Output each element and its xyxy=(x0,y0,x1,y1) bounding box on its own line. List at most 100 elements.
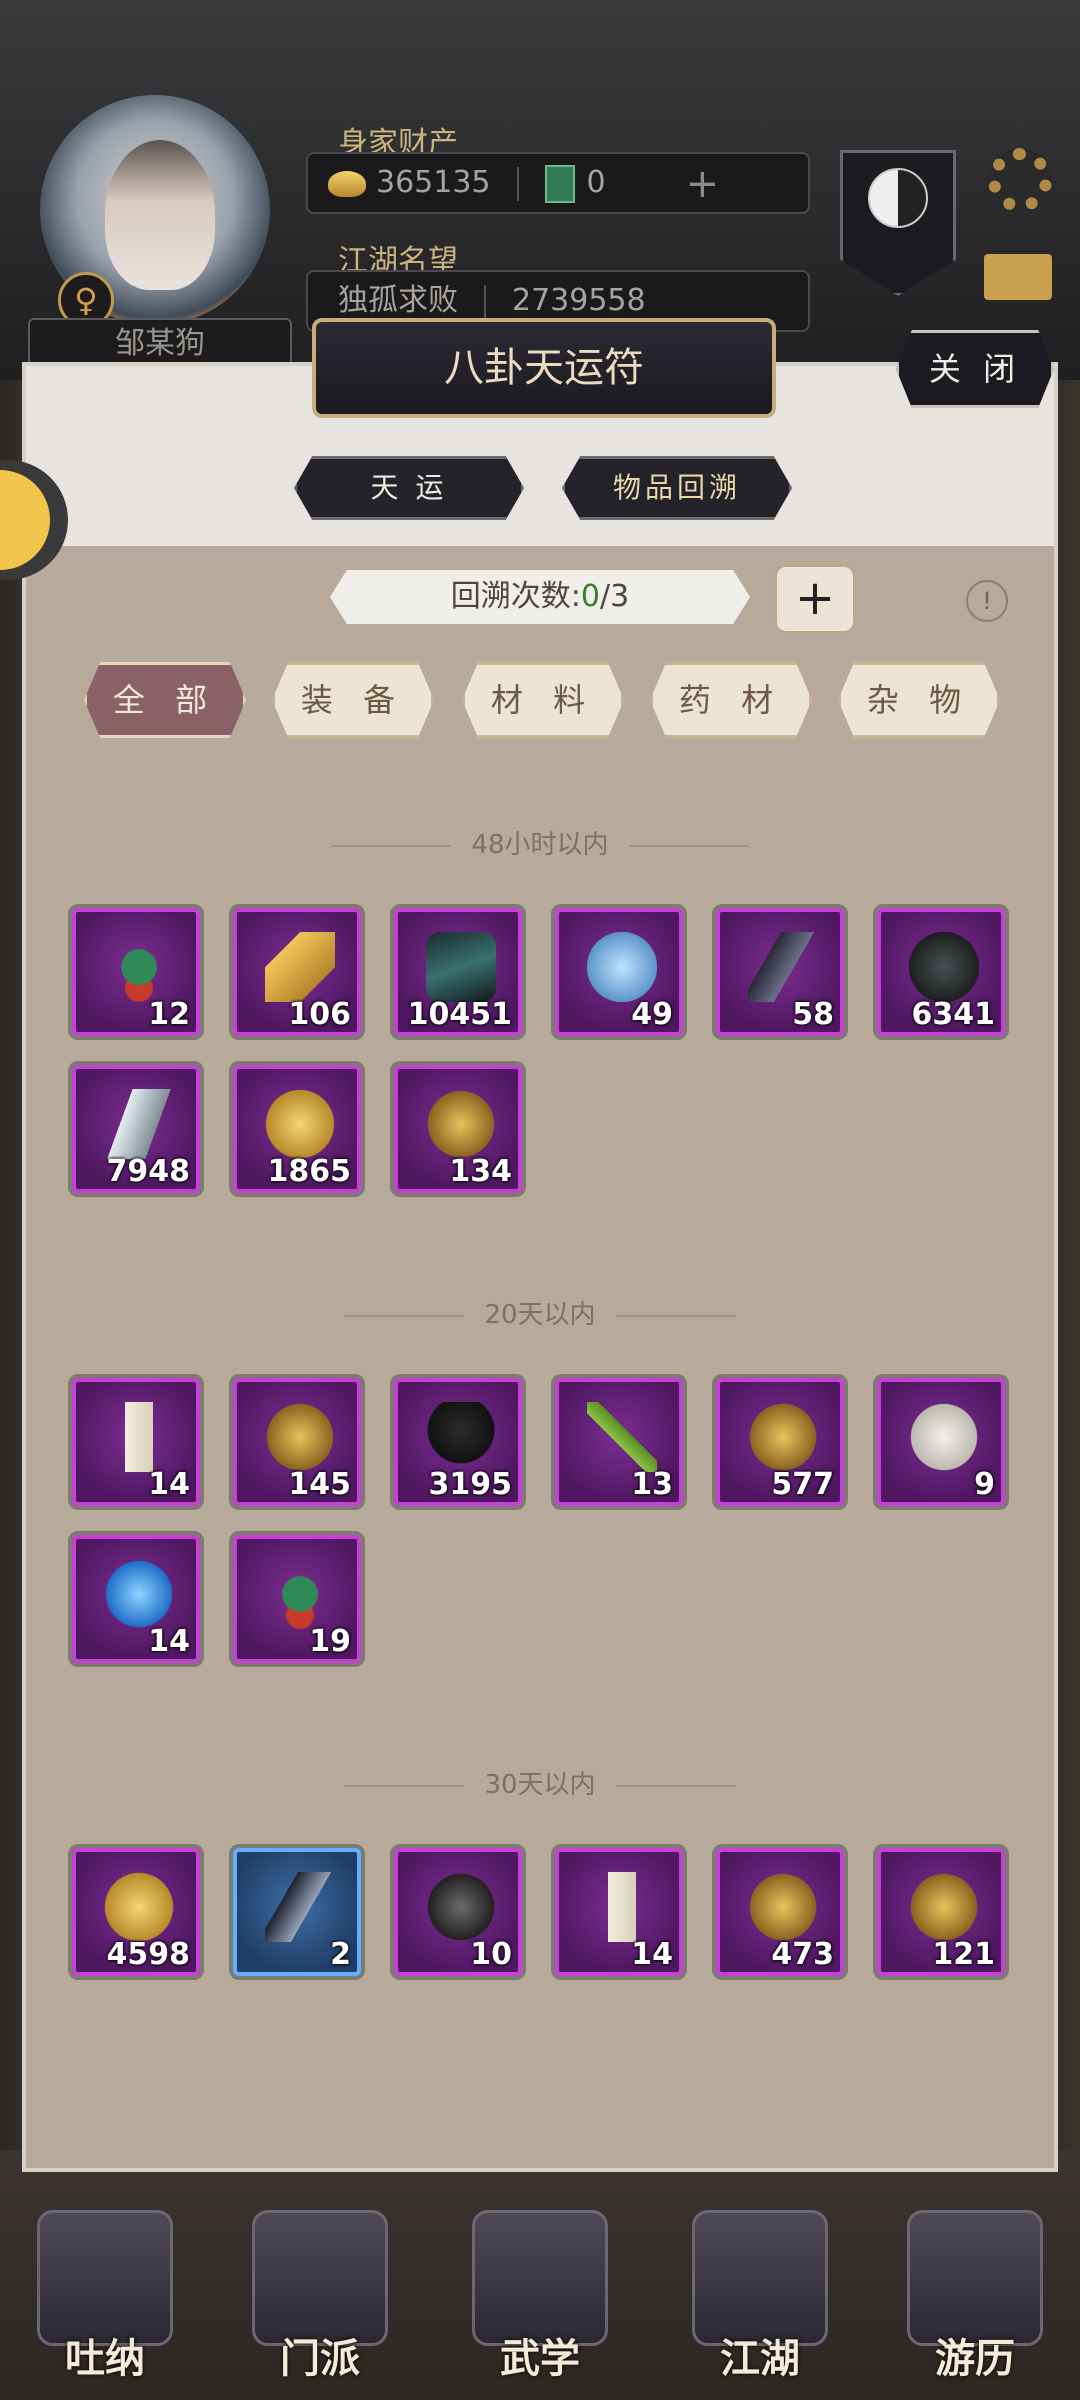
category-herbs[interactable]: 药 材 xyxy=(650,662,812,738)
dark-crystal-icon xyxy=(265,1872,335,1942)
item-slot[interactable]: 7948 xyxy=(68,1061,204,1197)
item-frame: 9 xyxy=(877,1378,1005,1506)
category-misc[interactable]: 杂 物 xyxy=(838,662,1000,738)
item-slot[interactable]: 1865 xyxy=(229,1061,365,1197)
bamboo-icon xyxy=(587,1402,657,1472)
item-quantity: 58 xyxy=(792,997,834,1032)
item-frame: 14 xyxy=(72,1378,200,1506)
tab-tianyun[interactable]: 天 运 xyxy=(294,456,524,520)
item-quantity: 13 xyxy=(631,1467,673,1502)
item-frame: 577 xyxy=(716,1378,844,1506)
add-count-button[interactable]: + xyxy=(774,564,856,634)
nav-travel[interactable]: 游历 xyxy=(900,2210,1050,2390)
item-slot[interactable]: 4598 xyxy=(68,1844,204,1980)
gold-ingot-icon xyxy=(104,1872,174,1942)
item-slot[interactable]: 19 xyxy=(229,1531,365,1667)
nav-label: 门派 xyxy=(280,2336,360,2382)
item-slot[interactable]: 3195 xyxy=(390,1374,526,1510)
fame-title: 独孤求败 xyxy=(338,283,458,318)
item-quantity: 106 xyxy=(288,997,351,1032)
nav-jianghu[interactable]: 江湖 xyxy=(685,2210,835,2390)
item-frame: 6341 xyxy=(877,908,1005,1036)
add-currency-button[interactable]: + xyxy=(686,155,720,213)
category-equipment[interactable]: 装 备 xyxy=(272,662,434,738)
item-slot[interactable]: 58 xyxy=(712,904,848,1040)
jade-icon xyxy=(544,164,575,203)
item-frame: 10451 xyxy=(394,908,522,1036)
gold-nugget-icon xyxy=(748,1402,818,1472)
item-slot[interactable]: 145 xyxy=(229,1374,365,1510)
item-quantity: 6341 xyxy=(911,997,996,1032)
category-all[interactable]: 全 部 xyxy=(84,662,246,738)
gold-nugget-icon xyxy=(265,1402,335,1472)
item-quantity: 9 xyxy=(974,1467,995,1502)
black-stone-icon xyxy=(909,932,979,1002)
item-quantity: 14 xyxy=(631,1937,673,1972)
item-quantity: 3195 xyxy=(428,1467,513,1502)
scroll-icon xyxy=(104,1402,174,1472)
scroll-icon xyxy=(587,1872,657,1942)
item-slot[interactable]: 577 xyxy=(712,1374,848,1510)
nav-tuna[interactable]: 吐纳 xyxy=(30,2210,180,2390)
gold-value: 365135 xyxy=(376,165,491,200)
dark-ore-icon xyxy=(426,932,496,1002)
item-slot[interactable]: 106 xyxy=(229,904,365,1040)
item-slot[interactable]: 14 xyxy=(551,1844,687,1980)
category-materials[interactable]: 材 料 xyxy=(462,662,624,738)
tab-item-rollback[interactable]: 物品回溯 xyxy=(562,456,792,520)
item-slot[interactable]: 49 xyxy=(551,904,687,1040)
item-slot[interactable]: 121 xyxy=(873,1844,1009,1980)
item-slot[interactable]: 10 xyxy=(390,1844,526,1980)
item-quantity: 134 xyxy=(449,1154,512,1189)
item-frame: 121 xyxy=(877,1848,1005,1976)
white-mask-icon xyxy=(909,1402,979,1472)
gold-ingot-icon xyxy=(328,170,366,197)
gold-nugget-icon xyxy=(909,1872,979,1942)
count-total: /3 xyxy=(600,579,630,614)
gold-nugget-icon xyxy=(426,1089,496,1159)
silver-crystal-icon xyxy=(104,1089,174,1159)
item-slot[interactable]: 14 xyxy=(68,1374,204,1510)
nav-sect[interactable]: 门派 xyxy=(245,2210,395,2390)
section-header: 48小时以内 xyxy=(26,824,1054,861)
gear-icon[interactable] xyxy=(988,148,1052,212)
item-slot[interactable]: 473 xyxy=(712,1844,848,1980)
item-quantity: 121 xyxy=(932,1937,995,1972)
blue-gem-icon xyxy=(104,1559,174,1629)
item-frame: 2 xyxy=(233,1848,361,1976)
item-quantity: 145 xyxy=(288,1467,351,1502)
fame-value: 2739558 xyxy=(512,283,646,318)
rollback-count: 回溯次数:0/3 xyxy=(330,570,750,624)
item-quantity: 7948 xyxy=(106,1154,191,1189)
section-title: 48小时以内 xyxy=(471,830,609,860)
nav-label: 游历 xyxy=(935,2336,1015,2382)
item-frame: 49 xyxy=(555,908,683,1036)
helmet-icon xyxy=(426,1402,496,1472)
gold-ingot-icon xyxy=(265,1089,335,1159)
item-frame: 3195 xyxy=(394,1378,522,1506)
item-frame: 58 xyxy=(716,908,844,1036)
section-header: 20天以内 xyxy=(26,1294,1054,1331)
close-button[interactable]: 关 闭 xyxy=(896,330,1054,408)
jade-pendant-icon xyxy=(265,1559,335,1629)
item-slot[interactable]: 14 xyxy=(68,1531,204,1667)
item-frame: 134 xyxy=(394,1065,522,1193)
info-icon[interactable]: ! xyxy=(966,580,1008,622)
nav-label: 武学 xyxy=(500,2336,580,2382)
wealth-bar: 365135 0 + xyxy=(306,152,810,214)
item-slot[interactable]: 6341 xyxy=(873,904,1009,1040)
item-slot[interactable]: 9 xyxy=(873,1374,1009,1510)
section-title: 20天以内 xyxy=(484,1300,596,1330)
item-slot[interactable]: 13 xyxy=(551,1374,687,1510)
mail-icon[interactable] xyxy=(984,254,1052,300)
item-frame: 106 xyxy=(233,908,361,1036)
avatar xyxy=(105,140,215,290)
nav-label: 吐纳 xyxy=(65,2336,145,2382)
item-slot[interactable]: 134 xyxy=(390,1061,526,1197)
item-slot[interactable]: 12 xyxy=(68,904,204,1040)
item-quantity: 14 xyxy=(148,1467,190,1502)
item-slot[interactable]: 10451 xyxy=(390,904,526,1040)
item-frame: 1865 xyxy=(233,1065,361,1193)
nav-martial-arts[interactable]: 武学 xyxy=(465,2210,615,2390)
item-slot[interactable]: 2 xyxy=(229,1844,365,1980)
